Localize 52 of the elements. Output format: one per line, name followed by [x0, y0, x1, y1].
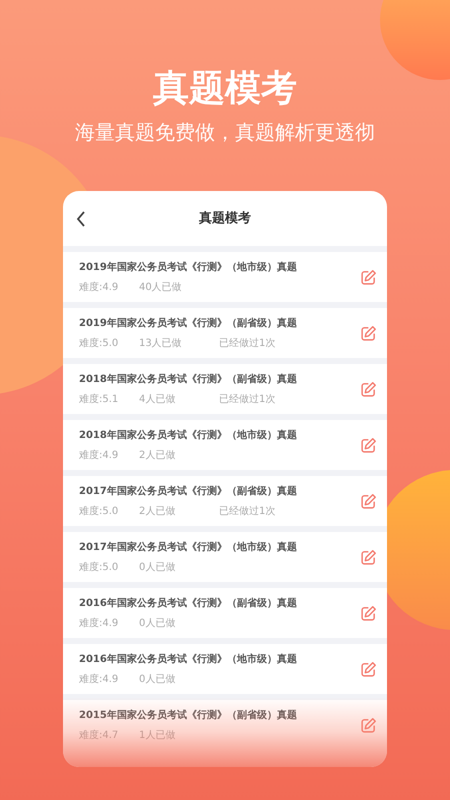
difficulty-text: 难度:5.1: [79, 392, 120, 406]
exam-item[interactable]: 2016年国家公务员考试《行测》（地市级）真题 难度:4.9 0人已做: [63, 644, 387, 694]
exam-title: 2016年国家公务员考试《行测》（地市级）真题: [79, 652, 298, 666]
difficulty-text: 难度:5.0: [79, 504, 120, 518]
screen-title: 真题模考: [199, 210, 251, 228]
edit-icon[interactable]: [360, 436, 377, 454]
exam-title: 2018年国家公务员考试《行测》（地市级）真题: [79, 428, 298, 442]
difficulty-text: 难度:4.7: [79, 728, 120, 742]
edit-icon[interactable]: [360, 548, 377, 566]
done-count: 1人已做: [139, 728, 176, 742]
history-text: 已经做过1次: [219, 504, 276, 518]
done-count: 4人已做: [139, 392, 176, 406]
difficulty-text: 难度:5.0: [79, 560, 120, 574]
exam-item[interactable]: 2015年国家公务员考试《行测》（副省级）真题 难度:4.7 1人已做: [63, 700, 387, 750]
exam-item[interactable]: 2019年国家公务员考试《行测》（地市级）真题 难度:4.9 40人已做: [63, 252, 387, 302]
difficulty-text: 难度:4.9: [79, 616, 120, 630]
history-text: 已经做过1次: [219, 392, 276, 406]
difficulty-text: 难度:4.9: [79, 448, 120, 462]
history-text: 已经做过1次: [219, 336, 276, 350]
edit-icon[interactable]: [360, 268, 377, 286]
done-count: 0人已做: [139, 616, 176, 630]
exam-item[interactable]: 2019年国家公务员考试《行测》（副省级）真题 难度:5.0 13人已做 已经做过1次: [63, 308, 387, 358]
exam-title: 2015年国家公务员考试《行测》（副省级）真题: [79, 708, 298, 722]
difficulty-text: 难度:4.9: [79, 280, 120, 294]
exam-title: 2017年国家公务员考试《行测》（副省级）真题: [79, 484, 298, 498]
exam-item[interactable]: 2016年国家公务员考试《行测》（副省级）真题 难度:4.9 0人已做: [63, 588, 387, 638]
edit-icon[interactable]: [360, 660, 377, 678]
done-count: 40人已做: [139, 280, 183, 294]
difficulty-text: 难度:4.9: [79, 672, 120, 686]
done-count: 0人已做: [139, 672, 176, 686]
done-count: 2人已做: [139, 448, 176, 462]
done-count: 13人已做: [139, 336, 183, 350]
exam-title: 2019年国家公务员考试《行测》（地市级）真题: [79, 260, 298, 274]
exam-title: 2016年国家公务员考试《行测》（副省级）真题: [79, 596, 298, 610]
done-count: 0人已做: [139, 560, 176, 574]
exam-item[interactable]: 2018年国家公务员考试《行测》（地市级）真题 难度:4.9 2人已做: [63, 420, 387, 470]
edit-icon[interactable]: [360, 604, 377, 622]
exam-title: 2018年国家公务员考试《行测》（副省级）真题: [79, 372, 298, 386]
done-count: 2人已做: [139, 504, 176, 518]
edit-icon[interactable]: [360, 716, 377, 734]
headline: 真题模考: [153, 67, 297, 111]
exam-item[interactable]: 2018年国家公务员考试《行测》（副省级）真题 难度:5.1 4人已做 已经做过1次: [63, 364, 387, 414]
exam-item[interactable]: 2017年国家公务员考试《行测》（副省级）真题 难度:5.0 2人已做 已经做过1次: [63, 476, 387, 526]
exam-title: 2017年国家公务员考试《行测》（地市级）真题: [79, 540, 298, 554]
exam-item[interactable]: 2017年国家公务员考试《行测》（地市级）真题 难度:5.0 0人已做: [63, 532, 387, 582]
back-icon[interactable]: [75, 210, 87, 228]
edit-icon[interactable]: [360, 380, 377, 398]
edit-icon[interactable]: [360, 324, 377, 342]
subtitle: 海量真题免费做，真题解析更透彻: [75, 119, 375, 146]
difficulty-text: 难度:5.0: [79, 336, 120, 350]
edit-icon[interactable]: [360, 492, 377, 510]
exam-title: 2019年国家公务员考试《行测》（副省级）真题: [79, 316, 298, 330]
